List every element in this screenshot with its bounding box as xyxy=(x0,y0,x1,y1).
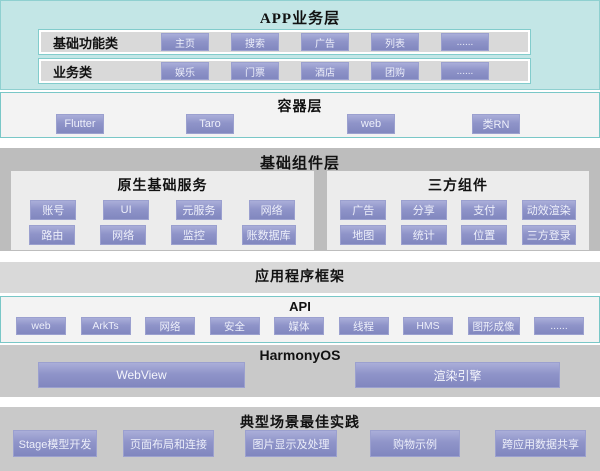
block-ui: UI xyxy=(103,200,149,220)
block-share: 分享 xyxy=(401,200,447,220)
block-metaservice: 元服务 xyxy=(176,200,222,220)
components-layer-title: 基础组件层 xyxy=(0,148,600,173)
block-ads: 广告 xyxy=(301,33,349,51)
block-api-thread: 线程 xyxy=(339,317,389,335)
thirdparty-panel: 三方组件 广告 分享 支付 动效渲染 地图 统计 位置 三方登录 xyxy=(327,171,589,250)
block-search: 搜索 xyxy=(231,33,279,51)
block-shopping-sample: 购物示例 xyxy=(370,430,460,457)
block-map: 地图 xyxy=(340,225,386,245)
block-monitor: 监控 xyxy=(171,225,217,245)
application-framework-bar: 应用程序框架 xyxy=(0,262,600,293)
app-business-layer: APP业务层 基础功能类 主页 搜索 广告 列表 ...... 业务类 娱乐 门… xyxy=(0,0,600,90)
block-api-hms: HMS xyxy=(403,317,453,335)
block-more: ...... xyxy=(441,33,489,51)
api-layer: API web ArkTs 网络 安全 媒体 线程 HMS 图形成像 .....… xyxy=(0,296,600,343)
block-account: 账号 xyxy=(30,200,76,220)
business-label: 业务类 xyxy=(41,62,157,81)
api-title: API xyxy=(1,297,599,314)
block-api-media: 媒体 xyxy=(274,317,324,335)
block-taro: Taro xyxy=(186,114,234,134)
thirdparty-row-2: 地图 统计 位置 三方登录 xyxy=(327,225,589,245)
basic-function-label: 基础功能类 xyxy=(41,33,157,52)
block-groupbuy: 团购 xyxy=(371,62,419,80)
block-list: 列表 xyxy=(371,33,419,51)
basic-function-row: 基础功能类 主页 搜索 广告 列表 ...... xyxy=(38,29,531,55)
block-stats: 统计 xyxy=(401,225,447,245)
business-row: 业务类 娱乐 门票 酒店 团购 ...... xyxy=(38,58,531,84)
block-api-network: 网络 xyxy=(145,317,195,335)
block-animation: 动效渲染 xyxy=(522,200,576,220)
block-webview: WebView xyxy=(38,362,245,388)
block-image-display: 图片显示及处理 xyxy=(245,430,337,457)
basic-function-items: 主页 搜索 广告 列表 ...... xyxy=(161,33,489,51)
block-flutter: Flutter xyxy=(56,114,104,134)
block-tickets: 门票 xyxy=(231,62,279,80)
framework-title: 应用程序框架 xyxy=(0,262,600,293)
api-items: web ArkTs 网络 安全 媒体 线程 HMS 图形成像 ...... xyxy=(1,314,599,335)
block-api-more: ...... xyxy=(534,317,584,335)
thirdparty-row-1: 广告 分享 支付 动效渲染 xyxy=(327,200,589,220)
block-hotel: 酒店 xyxy=(301,62,349,80)
block-adverts: 广告 xyxy=(340,200,386,220)
block-payment: 支付 xyxy=(461,200,507,220)
block-location: 位置 xyxy=(461,225,507,245)
native-services-row-1: 账号 UI 元服务 网络 xyxy=(11,200,314,220)
block-api-web: web xyxy=(16,317,66,335)
block-cross-app-data: 跨应用数据共享 xyxy=(495,430,586,457)
best-practices-layer: 典型场景最佳实践 Stage模型开发 页面布局和连接 图片显示及处理 购物示例 … xyxy=(0,407,600,471)
native-services-row-2: 路由 网络 监控 账数据库 xyxy=(11,225,314,245)
container-layer: 容器层 Flutter Taro web 类RN xyxy=(0,92,600,138)
native-services-panel: 原生基础服务 账号 UI 元服务 网络 路由 网络 监控 账数据库 xyxy=(11,171,314,250)
basic-components-layer: 基础组件层 原生基础服务 账号 UI 元服务 网络 路由 网络 监控 账数据库 … xyxy=(0,148,600,251)
block-rn-like: 类RN xyxy=(472,114,520,134)
native-services-title: 原生基础服务 xyxy=(11,171,314,195)
block-3rd-login: 三方登录 xyxy=(522,225,576,245)
block-api-security: 安全 xyxy=(210,317,260,335)
app-layer-title: APP业务层 xyxy=(1,1,599,28)
components-panels: 原生基础服务 账号 UI 元服务 网络 路由 网络 监控 账数据库 三方组件 广… xyxy=(11,171,589,250)
block-account-db: 账数据库 xyxy=(242,225,296,245)
block-network: 网络 xyxy=(249,200,295,220)
best-practices-title: 典型场景最佳实践 xyxy=(0,407,600,432)
harmonyos-title: HarmonyOS xyxy=(0,345,600,363)
business-items: 娱乐 门票 酒店 团购 ...... xyxy=(161,62,489,80)
block-routing: 路由 xyxy=(29,225,75,245)
block-page-layout: 页面布局和连接 xyxy=(123,430,214,457)
block-more: ...... xyxy=(441,62,489,80)
block-stage-model: Stage模型开发 xyxy=(13,430,97,457)
block-api-arkts: ArkTs xyxy=(81,317,131,335)
block-api-graphics: 图形成像 xyxy=(468,317,520,335)
thirdparty-title: 三方组件 xyxy=(327,171,589,195)
container-layer-title: 容器层 xyxy=(1,93,599,116)
block-render-engine: 渲染引擎 xyxy=(355,362,560,388)
business-row-inner: 业务类 娱乐 门票 酒店 团购 ...... xyxy=(41,61,528,81)
block-home: 主页 xyxy=(161,33,209,51)
block-network2: 网络 xyxy=(100,225,146,245)
harmonyos-layer: HarmonyOS WebView 渲染引擎 xyxy=(0,345,600,397)
basic-function-row-inner: 基础功能类 主页 搜索 广告 列表 ...... xyxy=(41,32,528,52)
block-web: web xyxy=(347,114,395,134)
block-entertainment: 娱乐 xyxy=(161,62,209,80)
